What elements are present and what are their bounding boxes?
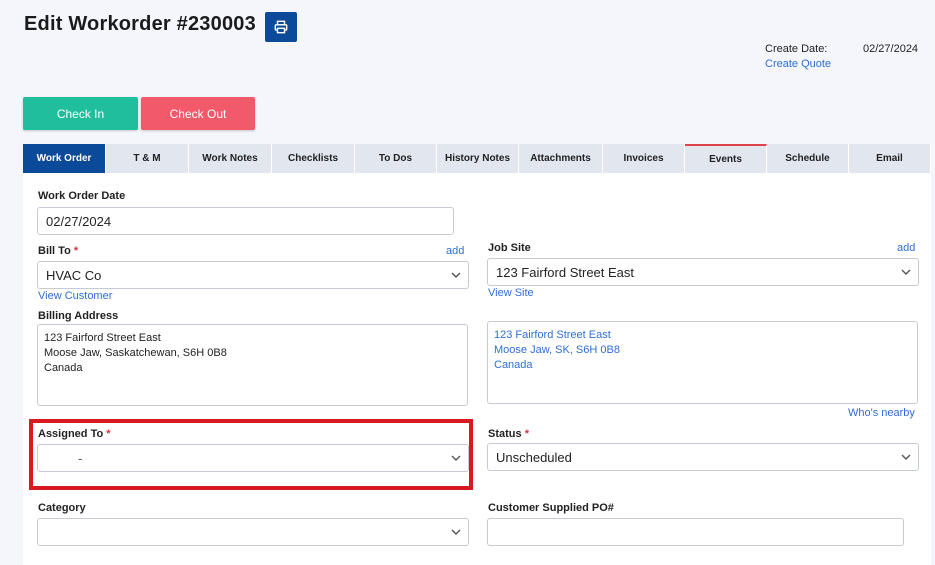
billing-address-textarea[interactable]: 123 Fairford Street East Moose Jaw, Sask… <box>37 324 468 406</box>
billing-address-line: Moose Jaw, Saskatchewan, S6H 0B8 <box>44 347 227 359</box>
assigned-to-highlight <box>29 419 473 490</box>
job-site-value: 123 Fairford Street East <box>496 264 635 280</box>
job-site-label: Job Site <box>488 242 531 254</box>
job-site-address-textarea[interactable]: 123 Fairford Street East Moose Jaw, SK, … <box>487 321 918 404</box>
tab-events[interactable]: Events <box>685 144 767 173</box>
customer-po-label: Customer Supplied PO# <box>488 502 614 514</box>
job-site-address-line: 123 Fairford Street East <box>494 329 611 341</box>
status-select[interactable]: Unscheduled <box>487 443 919 471</box>
tab-bar: Work Order T & M Work Notes Checklists T… <box>23 144 931 173</box>
tab-history-notes[interactable]: History Notes <box>437 144 519 173</box>
billing-address-label: Billing Address <box>38 310 119 322</box>
create-date-label: Create Date: <box>765 43 828 55</box>
check-in-button[interactable]: Check In <box>23 97 138 130</box>
category-label: Category <box>38 502 86 514</box>
tab-email[interactable]: Email <box>849 144 931 173</box>
page-title: Edit Workorder #230003 <box>24 13 256 35</box>
print-button[interactable] <box>265 12 297 42</box>
status-label-text: Status <box>488 428 522 440</box>
tab-checklists[interactable]: Checklists <box>272 144 355 173</box>
work-order-date-value: 02/27/2024 <box>46 213 112 229</box>
job-site-address-line: Canada <box>494 359 533 371</box>
bill-to-label-text: Bill To <box>38 245 71 257</box>
job-site-add-link[interactable]: add <box>897 242 915 254</box>
tab-to-dos[interactable]: To Dos <box>355 144 437 173</box>
view-customer-link[interactable]: View Customer <box>38 290 112 302</box>
billing-address-line: Canada <box>44 362 83 374</box>
chevron-down-icon <box>901 454 911 460</box>
chevron-down-icon <box>451 529 461 535</box>
work-order-date-label: Work Order Date <box>38 190 126 202</box>
job-site-address-line: Moose Jaw, SK, S6H 0B8 <box>494 344 620 356</box>
tab-t-and-m[interactable]: T & M <box>106 144 189 173</box>
status-label: Status * <box>488 428 529 440</box>
required-marker: * <box>73 245 79 257</box>
tab-schedule[interactable]: Schedule <box>767 144 849 173</box>
create-date-value: 02/27/2024 <box>863 43 919 55</box>
bill-to-value: HVAC Co <box>46 267 102 283</box>
work-order-date-input[interactable]: 02/27/2024 <box>37 207 454 235</box>
tab-invoices[interactable]: Invoices <box>603 144 685 173</box>
whos-nearby-link[interactable]: Who's nearby <box>848 407 915 419</box>
category-select[interactable] <box>37 518 469 546</box>
job-site-select[interactable]: 123 Fairford Street East <box>487 258 919 286</box>
bill-to-select[interactable]: HVAC Co <box>37 261 469 289</box>
billing-address-line: 123 Fairford Street East <box>44 332 161 344</box>
bill-to-label: Bill To * <box>38 245 78 257</box>
required-marker: * <box>524 428 529 440</box>
create-quote-link[interactable]: Create Quote <box>765 58 831 70</box>
view-site-link[interactable]: View Site <box>488 287 534 299</box>
customer-po-input[interactable] <box>487 518 904 546</box>
chevron-down-icon <box>901 269 911 275</box>
status-value: Unscheduled <box>496 449 572 465</box>
bill-to-add-link[interactable]: add <box>446 245 464 257</box>
printer-icon <box>274 20 288 34</box>
tab-work-order[interactable]: Work Order <box>23 144 106 173</box>
check-out-button[interactable]: Check Out <box>141 97 255 130</box>
chevron-down-icon <box>451 272 461 278</box>
tab-attachments[interactable]: Attachments <box>519 144 603 173</box>
tab-work-notes[interactable]: Work Notes <box>189 144 272 173</box>
